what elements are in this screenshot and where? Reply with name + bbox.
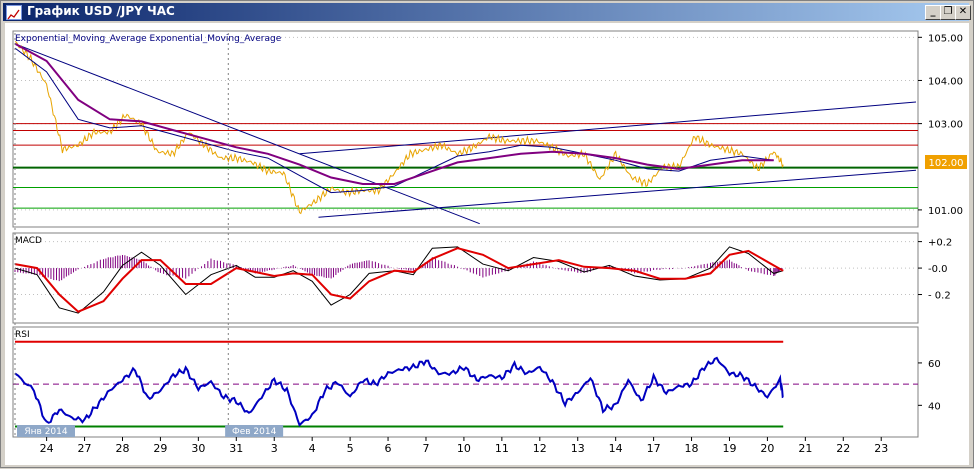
restore-button[interactable]: ❐ <box>940 5 956 20</box>
time-axis-label: 29 <box>153 442 167 455</box>
time-axis-label: 27 <box>78 442 92 455</box>
minimize-button[interactable]: _ <box>925 5 941 20</box>
time-axis-label: 19 <box>722 442 736 455</box>
minimize-icon: _ <box>930 6 936 17</box>
current-price-label: 102.00 <box>929 158 964 169</box>
price-axis-label: 101.00 <box>928 206 963 217</box>
macd-panel[interactable]: +0.2 -0.0 - 0.2 MACD <box>12 232 952 324</box>
macd-panel-title: MACD <box>15 236 42 246</box>
macd-axis-label: +0.2 <box>928 238 952 249</box>
time-axis-label: 22 <box>836 442 850 455</box>
time-axis-label: 12 <box>533 442 547 455</box>
month-label: Фев 2014 <box>232 427 277 437</box>
time-axis-label: 28 <box>115 442 129 455</box>
chart-window: График USD /JPY ЧАС _ ❐ ✕ 105.00 104.00 10… <box>0 0 974 468</box>
chart-icon <box>6 5 22 20</box>
time-axis-label: 18 <box>685 442 699 455</box>
restore-icon: ❐ <box>943 6 953 17</box>
time-axis-label: 11 <box>495 442 509 455</box>
time-axis-label: 13 <box>571 442 585 455</box>
time-axis-label: 10 <box>457 442 471 455</box>
price-axis-label: 103.00 <box>928 120 963 131</box>
chart-icon-graphic <box>7 9 20 20</box>
time-axis-label: 6 <box>385 442 392 455</box>
rsi-panel-frame <box>12 326 919 438</box>
month-label: Янв 2014 <box>24 427 67 437</box>
macd-panel-frame <box>12 232 919 324</box>
rsi-axis-label: 40 <box>928 401 941 412</box>
time-axis-label: 3 <box>271 442 278 455</box>
time-axis-label: 4 <box>309 442 316 455</box>
chart-canvas[interactable]: 105.00 104.00 103.00 101.00 Exponential_Mov… <box>5 23 969 465</box>
price-axis: 105.00 104.00 103.00 101.00 <box>918 33 963 217</box>
time-axis-label: 21 <box>798 442 812 455</box>
price-panel-frame <box>12 30 919 228</box>
macd-axis-label: -0.0 <box>928 264 948 275</box>
time-axis-label: 14 <box>609 442 623 455</box>
chart-area[interactable]: 105.00 104.00 103.00 101.00 Exponential_Mov… <box>5 23 969 465</box>
time-axis-label: 17 <box>647 442 661 455</box>
price-panel-title: Exponential_Moving_Average Exponential_M… <box>15 34 282 44</box>
rsi-axis: 60 40 <box>918 359 941 412</box>
window-title: График USD /JPY ЧАС <box>27 4 175 18</box>
rsi-axis-label: 60 <box>928 359 941 370</box>
time-axis-label: 20 <box>760 442 774 455</box>
macd-axis-label: - 0.2 <box>928 291 951 302</box>
price-panel[interactable]: 105.00 104.00 103.00 101.00 Exponential_Mov… <box>12 30 967 228</box>
time-axis-label: 7 <box>422 442 429 455</box>
title-bar[interactable]: График USD /JPY ЧАС _ ❐ ✕ <box>3 3 971 21</box>
macd-axis: +0.2 -0.0 - 0.2 <box>918 238 952 302</box>
close-button[interactable]: ✕ <box>955 5 971 20</box>
price-axis-label: 104.00 <box>928 76 963 87</box>
time-axis-label: 24 <box>40 442 54 455</box>
close-icon: ✕ <box>958 6 968 17</box>
rsi-panel[interactable]: 60 40 RSI <box>12 326 941 438</box>
rsi-panel-title: RSI <box>15 330 30 340</box>
time-axis-label: 23 <box>874 442 888 455</box>
time-axis-label: 30 <box>191 442 205 455</box>
price-axis-label: 105.00 <box>928 33 963 44</box>
time-axis-label: 31 <box>229 442 243 455</box>
time-axis-label: 5 <box>347 442 354 455</box>
